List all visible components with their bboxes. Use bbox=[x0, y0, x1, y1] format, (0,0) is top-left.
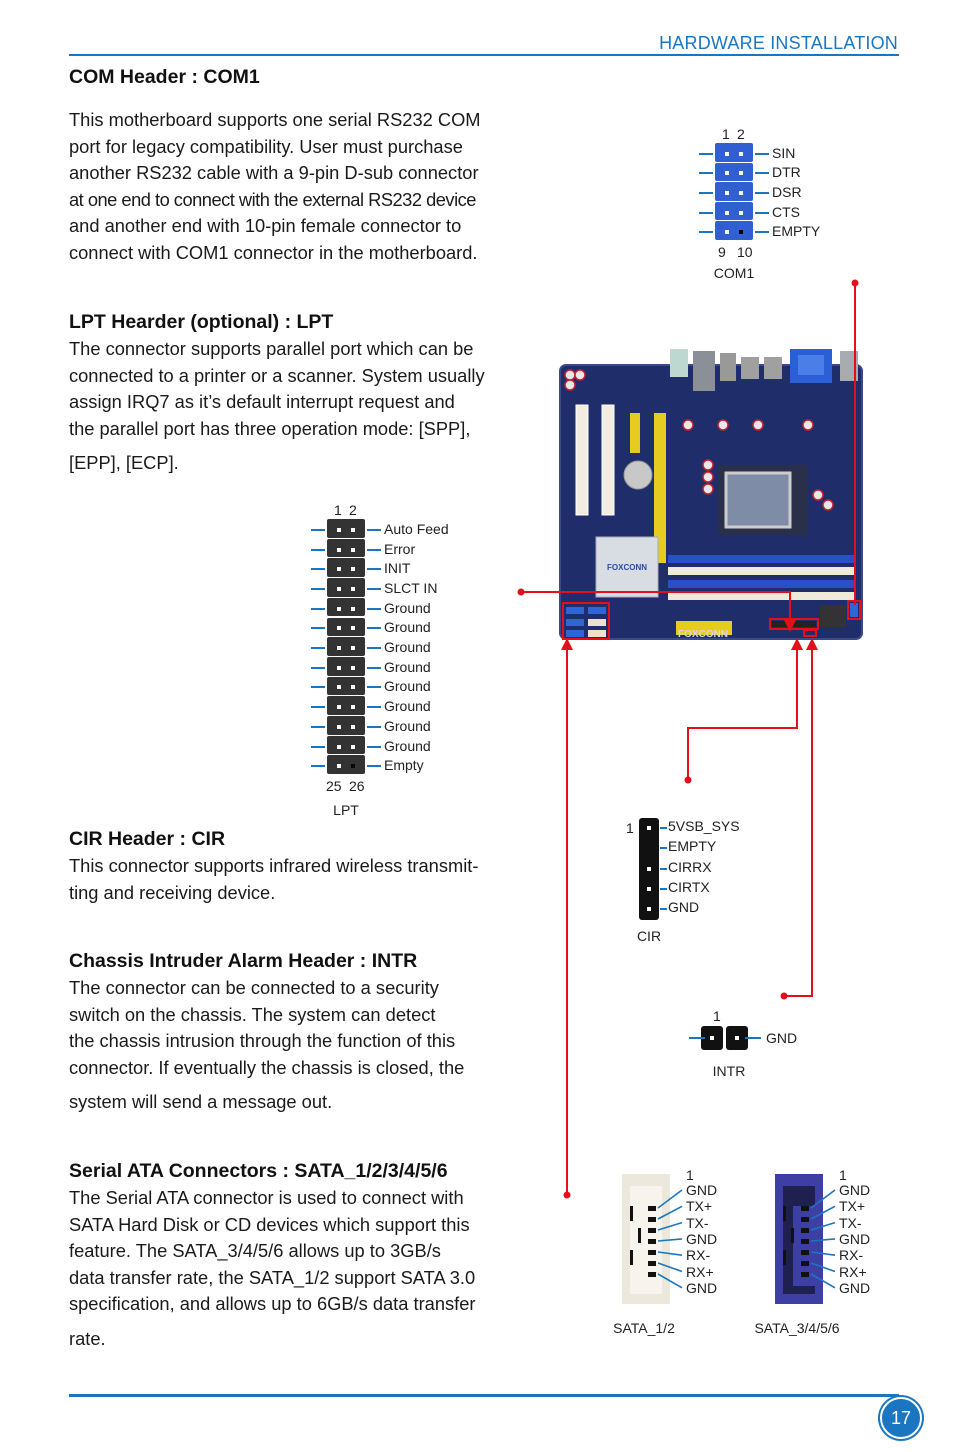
sata-pin bbox=[648, 1239, 656, 1244]
arrow-head bbox=[784, 620, 796, 632]
pin bbox=[647, 866, 651, 871]
sata-pin bbox=[801, 1228, 809, 1233]
lead-line bbox=[660, 847, 667, 850]
lead-line bbox=[689, 1037, 705, 1039]
sata-pin bbox=[801, 1261, 809, 1266]
pin-label: RX+ bbox=[839, 1263, 867, 1280]
pin-label: GND bbox=[686, 1182, 718, 1198]
pin-number: 1 bbox=[839, 1167, 847, 1183]
pin-label: GND bbox=[668, 899, 700, 916]
lead-line bbox=[745, 1037, 761, 1039]
pin-label: GND bbox=[839, 1279, 871, 1296]
sata-pin bbox=[648, 1206, 656, 1211]
pin-number: 1 bbox=[713, 1008, 721, 1024]
pin-number: 1 bbox=[686, 1167, 694, 1183]
connector-name: CIR bbox=[636, 927, 662, 944]
callout-dot bbox=[780, 992, 788, 1000]
pin-label: GND bbox=[839, 1182, 871, 1198]
pin-label: TX- bbox=[839, 1214, 862, 1231]
pin-label: TX+ bbox=[839, 1198, 866, 1215]
pin-number: 1 bbox=[626, 820, 634, 836]
sata-pin bbox=[801, 1217, 809, 1222]
connector-name: SATA_1/2 bbox=[613, 1320, 675, 1336]
pin-label: CIRRX bbox=[668, 858, 712, 875]
arrow-head bbox=[561, 638, 573, 650]
lead-line bbox=[660, 888, 667, 891]
sata-pin bbox=[801, 1206, 809, 1211]
pin-label: GND bbox=[766, 1030, 798, 1046]
callout-dot bbox=[517, 588, 525, 596]
pin-label: RX- bbox=[839, 1247, 864, 1264]
sata-pin bbox=[801, 1272, 809, 1277]
connector-name: SATA_3/4/5/6 bbox=[754, 1320, 840, 1336]
pin-label: TX+ bbox=[686, 1198, 713, 1215]
pin bbox=[647, 887, 651, 892]
pin bbox=[647, 907, 651, 912]
pin-label: EMPTY bbox=[668, 838, 717, 855]
pin-label: GND bbox=[686, 1279, 718, 1296]
lead-line bbox=[660, 867, 667, 870]
callout-dot bbox=[851, 279, 859, 287]
sata-pin bbox=[648, 1250, 656, 1255]
sata-pin bbox=[648, 1272, 656, 1277]
lead-line bbox=[660, 908, 667, 911]
pin bbox=[647, 826, 651, 831]
sata-pin bbox=[801, 1250, 809, 1255]
pin-label: 5VSB_SYS bbox=[668, 818, 740, 835]
sata-pin bbox=[648, 1261, 656, 1266]
pin-label: TX- bbox=[686, 1214, 709, 1231]
sata-pin bbox=[648, 1228, 656, 1233]
connector-name: INTR bbox=[712, 1063, 746, 1079]
lead-line bbox=[660, 827, 667, 830]
pin-label: GND bbox=[686, 1230, 718, 1247]
arrow-head bbox=[791, 638, 803, 650]
pin-label: CIRTX bbox=[668, 879, 710, 896]
callout-dot bbox=[563, 1191, 571, 1199]
pin bbox=[735, 1036, 739, 1040]
pin-label: RX+ bbox=[686, 1263, 714, 1280]
pin-label: GND bbox=[839, 1230, 871, 1247]
sata-pin bbox=[801, 1239, 809, 1244]
pin bbox=[710, 1036, 714, 1040]
callout-dot bbox=[684, 776, 692, 784]
sata-pin bbox=[648, 1217, 656, 1222]
pin-label: RX- bbox=[686, 1247, 711, 1264]
footer-rule bbox=[69, 1394, 899, 1397]
arrow-head bbox=[806, 638, 818, 650]
page-number-badge: 17 bbox=[880, 1397, 922, 1439]
